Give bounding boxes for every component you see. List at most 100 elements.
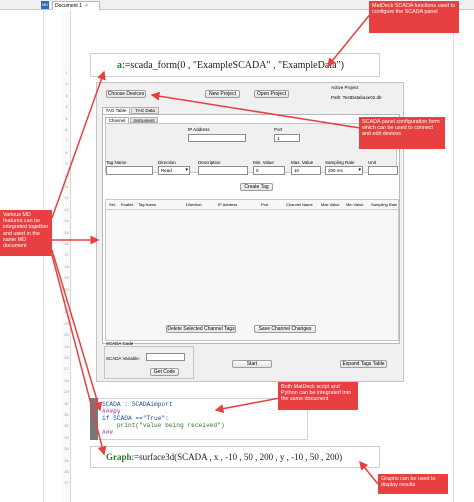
unit-label: Unit [368,160,377,165]
close-icon[interactable]: × [85,3,88,9]
col-min-value: Min Value [346,202,364,207]
scada-variable-input[interactable] [146,353,185,361]
expand-tags-table-button[interactable]: Expand Tags Table [340,360,387,368]
code-line-2: ###py [102,408,121,415]
ip-address-input[interactable] [188,134,246,142]
line-number: 5 [65,115,68,121]
code-line-3: if SCADA =="True": [102,415,169,422]
active-project-value: Path: TestDatabase02.db [331,95,382,100]
tag-name-input[interactable] [106,166,153,175]
tag-name-label: Tag Name [106,160,127,165]
line-number: 8 [65,149,68,155]
line-number: 7 [65,138,68,144]
line-number: 1 [65,70,68,75]
line-number: 18 [64,263,69,269]
port-input[interactable]: 1 [274,134,300,142]
line-number: 20 [64,286,69,292]
get-code-button[interactable]: Get Code [150,368,179,376]
formula-surface3d[interactable]: Graph:=surface3d(SCADA , x , -10 , 50 , … [90,446,380,468]
col-direction: Direction [186,202,202,207]
line-number: 37 [64,480,69,486]
formula-assign: := [131,452,140,462]
script-code-block[interactable]: SCADA : SCADAimport ###py if SCADA =="Tr… [90,398,308,440]
tag-table-page: Channel Instrument IP Address Port 1 Tag… [102,114,400,344]
tab-tag-table[interactable]: TAG Table [102,107,130,114]
formula-text: a:=scada_form(0 , "ExampleSCADA" , "Exam… [117,60,344,71]
min-value-label: Min. Value [253,160,274,165]
max-value-input[interactable]: 10 [291,166,321,175]
port-label: Port [274,127,283,132]
new-project-button[interactable]: New Project [205,90,240,98]
save-channel-changes-button[interactable]: Save Channel Changes [254,325,316,333]
line-number: 28 [64,377,69,383]
line-number: 10 [64,172,69,178]
description-input[interactable] [198,166,248,175]
col-sel: Sel. [109,202,116,207]
line-number: 4 [65,104,68,110]
col-channel-name: Channel Name [286,202,313,207]
line-number: 11 [64,184,69,189]
line-number: 25 [64,343,69,349]
page-edge-right [453,10,454,502]
delete-tags-button[interactable]: Delete Selected Channel Tags [166,325,236,333]
unit-input[interactable] [368,166,398,175]
line-number: 34 [64,446,69,452]
line-number: 29 [64,389,69,395]
col-max-value: Max Value [321,202,340,207]
sampling-rate-select[interactable]: 200 ms [325,166,363,175]
line-number: 35 [64,457,69,463]
line-number: 17 [64,252,69,258]
line-number: 13 [64,206,69,212]
line-number: 9 [65,161,68,167]
sampling-rate-label: Sampling Rate [325,160,355,165]
min-value-input[interactable]: 0 [253,166,285,175]
line-number: 19 [64,275,69,281]
start-button[interactable]: Start [232,360,272,368]
document-tab-title: Document 1 [55,3,82,9]
line-number: 15 [64,229,69,235]
formula-text: Graph:=surface3d(SCADA , x , -10 , 50 , … [106,452,342,462]
line-number: 21 [64,298,69,303]
line-number: 30 [64,400,69,406]
line-number: 36 [64,469,69,474]
formula-scada-form[interactable]: a:=scada_form(0 , "ExampleSCADA" , "Exam… [90,53,380,77]
code-gutter [90,398,98,440]
tab-tag-data[interactable]: TAG Data [131,107,159,114]
line-number: 16 [64,241,69,246]
line-number: 23 [64,320,69,326]
callout-script-python: Both MatDeck script and Python can be in… [278,382,358,410]
document-tab[interactable]: Document 1 × [52,1,100,10]
open-project-button[interactable]: Open Project [254,90,289,98]
line-number: 27 [64,366,69,372]
line-number: 26 [64,355,69,360]
scada-panel: Choose Devices New Project Open Project … [96,82,404,382]
page-edge-left [43,10,44,502]
line-number: 12 [64,195,69,201]
create-tag-button[interactable]: Create Tag [240,183,273,191]
description-label: Description [198,160,221,165]
direction-label: Direction [158,160,176,165]
col-enable: Enable [121,202,134,207]
line-number: 24 [64,332,69,338]
code-line-5: ### [102,429,114,436]
formula-call: surface3d(SCADA , x , -10 , 50 , 200 , y… [139,452,343,462]
choose-devices-button[interactable]: Choose Devices [106,90,146,98]
scada-variable-label: SCADA Variable: [106,356,140,361]
max-value-label: Max. Value [291,160,314,165]
app-icon: MD [41,1,49,9]
line-number: 31 [64,412,69,417]
active-project-label: Active Project [331,85,359,90]
formula-variable: Graph [106,452,132,462]
line-number: 2 [65,81,68,87]
code-line-1: SCADA : SCADAimport [102,401,173,408]
tags-table[interactable]: Sel. Enable Tag Name Direction IP Addres… [105,199,399,341]
table-header-divider [106,209,398,210]
line-number: 6 [65,127,68,132]
col-sampling-rate: Sampling Rate [371,202,398,207]
line-number: 14 [64,218,69,224]
line-number: 22 [64,309,69,315]
callout-scada-functions: MatDeck SCADA functions used to configur… [369,1,459,33]
col-ip-address: IP Address [218,202,238,207]
callout-graphs: Graphs can be used to display results [378,474,448,494]
direction-select[interactable]: Read [158,166,190,175]
